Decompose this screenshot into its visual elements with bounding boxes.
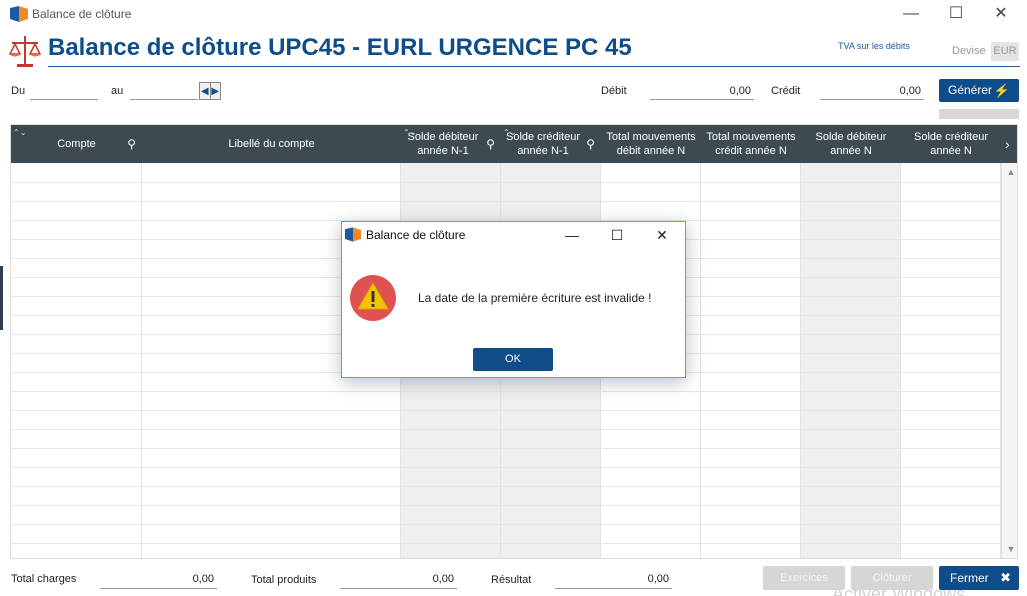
table-row xyxy=(11,486,1001,487)
search-icon[interactable]: ⚲ xyxy=(127,137,136,151)
column-label: Libellé du compte xyxy=(228,138,315,150)
window-title: Balance de clôture xyxy=(32,7,132,21)
progress-bar xyxy=(939,109,1019,119)
column-header-total-debit-n[interactable]: Total mouvements débit année N xyxy=(601,125,701,163)
column-label: Solde créditeur année N xyxy=(914,131,988,157)
table-row xyxy=(11,201,1001,202)
column-header-compte[interactable]: ⌃⌄ Compte ⚲ xyxy=(11,125,142,163)
minimize-button[interactable]: — xyxy=(896,4,926,24)
page-title: Balance de clôture UPC45 - EURL URGENCE … xyxy=(48,34,632,61)
window-titlebar: Balance de clôture — ☐ ✕ xyxy=(0,0,1027,28)
table-row xyxy=(11,543,1001,544)
generer-label: Générer xyxy=(948,83,993,97)
grid-header: ⌃⌄ Compte ⚲ Libellé du compte ⌃⌄ Solde d… xyxy=(11,125,1017,163)
search-icon[interactable]: ⚲ xyxy=(586,137,595,151)
grid-column xyxy=(701,163,801,558)
dialog-minimize-button[interactable]: — xyxy=(559,226,585,244)
column-header-total-credit-n[interactable]: Total mouvements crédit année N xyxy=(701,125,801,163)
exercices-button[interactable]: Exercices xyxy=(763,566,845,590)
fermer-label: Fermer xyxy=(950,571,989,585)
au-date-input[interactable] xyxy=(130,82,198,100)
warning-icon xyxy=(350,275,396,321)
table-row xyxy=(11,505,1001,506)
column-label: Solde débiteur année N xyxy=(815,131,887,157)
sort-icon[interactable]: ⌃⌄ xyxy=(13,126,26,140)
search-icon[interactable]: ⚲ xyxy=(486,137,495,151)
scroll-right-icon[interactable]: › xyxy=(1005,136,1010,152)
scroll-down-icon[interactable]: ▼ xyxy=(1002,544,1017,554)
du-label: Du xyxy=(11,85,26,97)
cloturer-button[interactable]: Clôturer xyxy=(851,566,933,590)
table-row xyxy=(11,524,1001,525)
table-row xyxy=(11,410,1001,411)
dialog-message: La date de la première écriture est inva… xyxy=(418,291,652,305)
tva-link[interactable]: TVA sur les débits xyxy=(838,41,910,51)
devise-label: Devise xyxy=(952,45,986,57)
column-header-solde-crediteur-n1[interactable]: ⌃⌄ Solde créditeur année N-1 ⚲ xyxy=(501,125,601,163)
table-row xyxy=(11,391,1001,392)
column-label: Compte xyxy=(57,138,96,150)
grid-column xyxy=(801,163,901,558)
dialog-title: Balance de clôture xyxy=(366,228,466,242)
column-label: Total mouvements crédit année N xyxy=(706,131,796,157)
total-charges-label: Total charges xyxy=(11,573,77,585)
total-produits-field: 0,00 xyxy=(340,570,457,589)
table-row xyxy=(11,467,1001,468)
column-header-solde-crediteur-n[interactable]: Solde créditeur année N xyxy=(901,125,1001,163)
scales-icon xyxy=(8,36,42,67)
app-logo-icon xyxy=(345,227,361,242)
au-label: au xyxy=(111,85,124,97)
column-header-solde-debiteur-n[interactable]: Solde débiteur année N xyxy=(801,125,901,163)
credit-label: Crédit xyxy=(771,85,801,97)
table-row xyxy=(11,429,1001,430)
grid-column xyxy=(901,163,1001,558)
dialog-maximize-button[interactable]: ☐ xyxy=(604,226,630,244)
bolt-icon: ⚡ xyxy=(993,83,1010,98)
generer-button[interactable]: Générer ⚡ xyxy=(939,79,1019,102)
table-row xyxy=(11,182,1001,183)
credit-field: 0,00 xyxy=(820,82,924,100)
ok-button[interactable]: OK xyxy=(473,348,553,371)
resultat-label: Résultat xyxy=(491,574,532,586)
close-icon: ✖ xyxy=(1000,570,1011,585)
sort-icon[interactable]: ⌃⌄ xyxy=(503,126,516,140)
debit-label: Débit xyxy=(601,85,627,97)
grid-column xyxy=(11,163,142,558)
error-dialog: Balance de clôture — ☐ ✕ La date de la p… xyxy=(341,221,686,378)
fermer-button[interactable]: Fermer ✖ xyxy=(939,566,1019,590)
header-divider xyxy=(48,66,1020,67)
resultat-field: 0,00 xyxy=(555,570,672,589)
date-navigator: ◀ ▶ xyxy=(199,82,221,100)
column-label: Total mouvements débit année N xyxy=(606,131,696,157)
devise-field[interactable]: EUR xyxy=(991,42,1019,61)
table-row xyxy=(11,448,1001,449)
dialog-close-button[interactable]: ✕ xyxy=(649,226,675,244)
debit-field: 0,00 xyxy=(650,82,754,100)
app-logo-icon xyxy=(10,6,28,22)
next-period-icon[interactable]: ▶ xyxy=(209,83,221,99)
sort-icon[interactable]: ⌃⌄ xyxy=(403,126,416,140)
scroll-up-icon[interactable]: ▲ xyxy=(1002,167,1017,177)
column-header-libelle[interactable]: Libellé du compte xyxy=(142,125,401,163)
maximize-button[interactable]: ☐ xyxy=(941,4,971,24)
background-window-edge xyxy=(0,266,3,330)
du-date-input[interactable] xyxy=(30,82,98,100)
vertical-scrollbar[interactable]: ▲ ▼ xyxy=(1001,163,1017,558)
column-header-solde-debiteur-n1[interactable]: ⌃⌄ Solde débiteur année N-1 ⚲ xyxy=(401,125,501,163)
total-charges-field: 0,00 xyxy=(100,570,217,589)
prev-period-icon[interactable]: ◀ xyxy=(200,83,210,99)
close-button[interactable]: ✕ xyxy=(986,4,1016,24)
total-produits-label: Total produits xyxy=(251,574,317,586)
